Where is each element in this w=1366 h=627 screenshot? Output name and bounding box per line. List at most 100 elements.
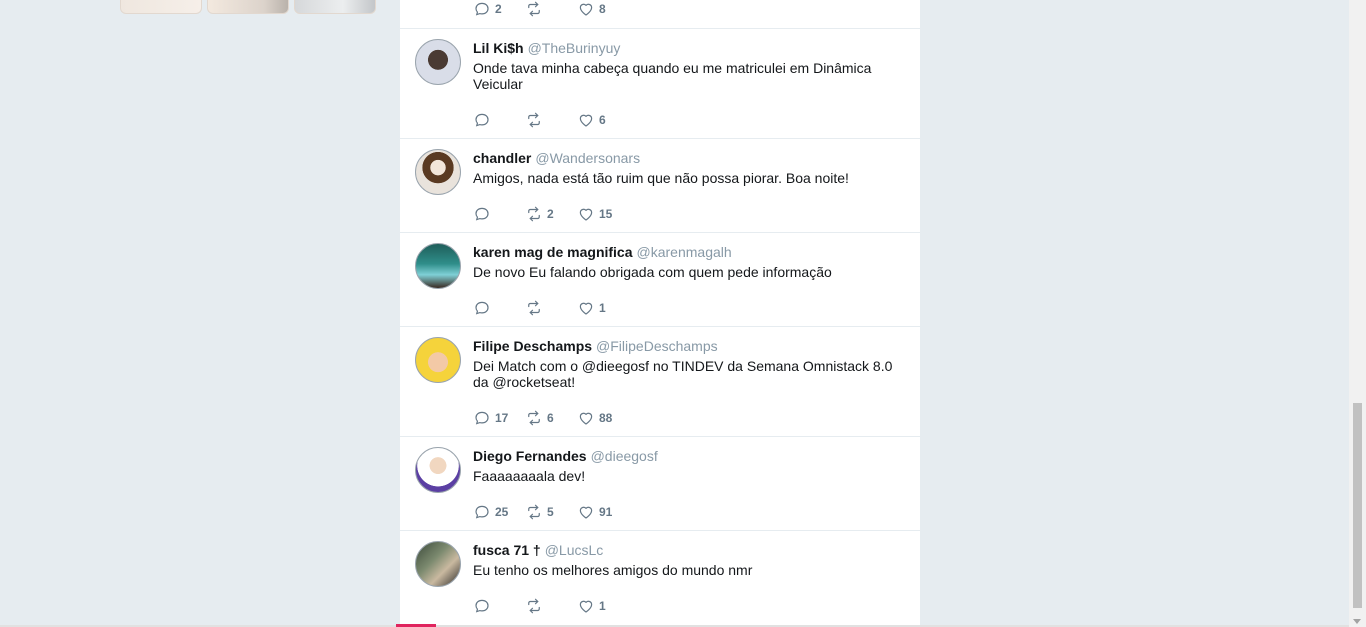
retweet-icon <box>528 504 540 520</box>
retweet-icon <box>528 410 540 426</box>
like-count: 15 <box>599 207 613 221</box>
author-handle[interactable]: @LucsLc <box>545 542 604 558</box>
retweet-button[interactable] <box>525 597 577 615</box>
retweet-button[interactable]: 5 <box>525 503 577 521</box>
author-name[interactable]: Filipe Deschamps <box>473 338 592 354</box>
retweet-count: 5 <box>547 505 554 519</box>
reply-icon <box>475 301 489 315</box>
reply-button[interactable] <box>473 111 525 129</box>
retweet-icon <box>528 1 540 17</box>
retweet-button[interactable] <box>525 0 577 18</box>
tweet-text: De novo Eu falando obrigada com quem ped… <box>473 264 832 280</box>
retweet-button[interactable] <box>525 111 577 129</box>
tweet[interactable]: Diego Fernandes @dieegosf Faaaaaaaala dev… <box>400 437 920 531</box>
retweet-icon <box>528 112 540 128</box>
retweet-count: 2 <box>547 207 554 221</box>
heart-icon <box>579 600 593 613</box>
like-button[interactable]: 8 <box>577 0 629 18</box>
retweet-icon <box>528 300 540 316</box>
author-name[interactable]: Lil Ki$h <box>473 40 524 56</box>
avatar[interactable] <box>415 39 461 85</box>
author-handle[interactable]: @karenmagalh <box>637 244 732 260</box>
retweet-count: 6 <box>547 411 554 425</box>
author-handle[interactable]: @dieegosf <box>591 448 658 464</box>
tweet-text: Dei Match com o @dieegosf no TINDEV da S… <box>473 358 893 390</box>
heart-icon <box>579 114 593 127</box>
reply-icon <box>475 411 489 425</box>
tweet[interactable]: 2 8 <box>400 0 920 29</box>
tweet-actions: 17 6 88 <box>473 409 629 427</box>
avatar[interactable] <box>415 541 461 587</box>
scrollbar-thumb[interactable] <box>1353 403 1362 608</box>
media-thumbnail[interactable] <box>294 0 376 14</box>
reply-count: 17 <box>495 411 509 425</box>
retweet-button[interactable]: 2 <box>525 205 577 223</box>
reply-icon <box>475 599 489 613</box>
like-button[interactable]: 88 <box>577 409 629 427</box>
tweet[interactable]: Lil Ki$h @TheBurinyuy Onde tava minha cab… <box>400 29 920 139</box>
like-count: 1 <box>599 301 606 315</box>
reply-icon <box>475 505 489 519</box>
like-button[interactable]: 1 <box>577 299 629 317</box>
reply-button[interactable] <box>473 299 525 317</box>
reply-button[interactable]: 2 <box>473 0 525 18</box>
avatar[interactable] <box>415 149 461 195</box>
tweet-actions: 1 <box>473 597 629 615</box>
tweet[interactable]: karen mag de magnifica @karenmagalh De no… <box>400 233 920 327</box>
author-handle[interactable]: @TheBurinyuy <box>528 40 621 56</box>
tweet-actions: 2 15 <box>473 205 629 223</box>
tweet-text: Faaaaaaaala dev! <box>473 468 586 484</box>
retweet-button[interactable]: 6 <box>525 409 577 427</box>
tweet[interactable]: chandler @Wandersonars Amigos, nada está … <box>400 139 920 233</box>
tweet[interactable]: Filipe Deschamps @FilipeDeschamps Dei Mat… <box>400 327 920 437</box>
avatar[interactable] <box>415 243 461 289</box>
author-name[interactable]: chandler <box>473 150 531 166</box>
like-count: 1 <box>599 599 606 613</box>
media-thumbnail[interactable] <box>120 0 202 14</box>
reply-icon <box>475 2 489 16</box>
heart-icon <box>579 208 593 221</box>
tweet-text: Amigos, nada está tão ruim que não possa… <box>473 170 849 186</box>
tweet-text: Eu tenho os melhores amigos do mundo nmr <box>473 562 753 578</box>
heart-icon <box>579 412 593 425</box>
tweet-actions: 25 5 91 <box>473 503 629 521</box>
retweet-icon <box>528 206 540 222</box>
media-thumbnails <box>120 0 376 14</box>
media-thumbnail[interactable] <box>207 0 289 14</box>
timeline-feed: 2 8 Lil Ki$h @TheBurinyuy Onde tava minha… <box>400 0 920 627</box>
reply-button[interactable]: 17 <box>473 409 525 427</box>
heart-icon <box>579 3 593 16</box>
like-button[interactable]: 1 <box>577 597 629 615</box>
tweet-actions: 6 <box>473 111 629 129</box>
author-name[interactable]: fusca 71 † <box>473 542 541 558</box>
like-button[interactable]: 91 <box>577 503 629 521</box>
tweet[interactable]: fusca 71 † @LucsLc Eu tenho os melhores a… <box>400 531 920 627</box>
reply-icon <box>475 113 489 127</box>
avatar[interactable] <box>415 447 461 493</box>
reply-button[interactable]: 25 <box>473 503 525 521</box>
author-handle[interactable]: @FilipeDeschamps <box>596 338 718 354</box>
like-count: 91 <box>599 505 613 519</box>
heart-icon <box>579 506 593 519</box>
like-count: 88 <box>599 411 613 425</box>
author-handle[interactable]: @Wandersonars <box>535 150 640 166</box>
scroll-down-arrow-icon[interactable] <box>1353 619 1361 624</box>
tweet-actions: 1 <box>473 299 629 317</box>
like-button[interactable]: 6 <box>577 111 629 129</box>
retweet-icon <box>528 598 540 614</box>
reply-button[interactable] <box>473 597 525 615</box>
reply-icon <box>475 207 489 221</box>
page-scrollbar[interactable] <box>1349 0 1366 627</box>
reply-count: 2 <box>495 2 502 16</box>
tweet-actions: 2 8 <box>473 0 629 18</box>
reply-button[interactable] <box>473 205 525 223</box>
like-button[interactable]: 15 <box>577 205 629 223</box>
author-name[interactable]: Diego Fernandes <box>473 448 587 464</box>
like-count: 6 <box>599 113 606 127</box>
reply-count: 25 <box>495 505 509 519</box>
avatar[interactable] <box>415 337 461 383</box>
tweet-text: Onde tava minha cabeça quando eu me matr… <box>473 60 872 92</box>
heart-icon <box>579 302 593 315</box>
author-name[interactable]: karen mag de magnifica <box>473 244 633 260</box>
retweet-button[interactable] <box>525 299 577 317</box>
